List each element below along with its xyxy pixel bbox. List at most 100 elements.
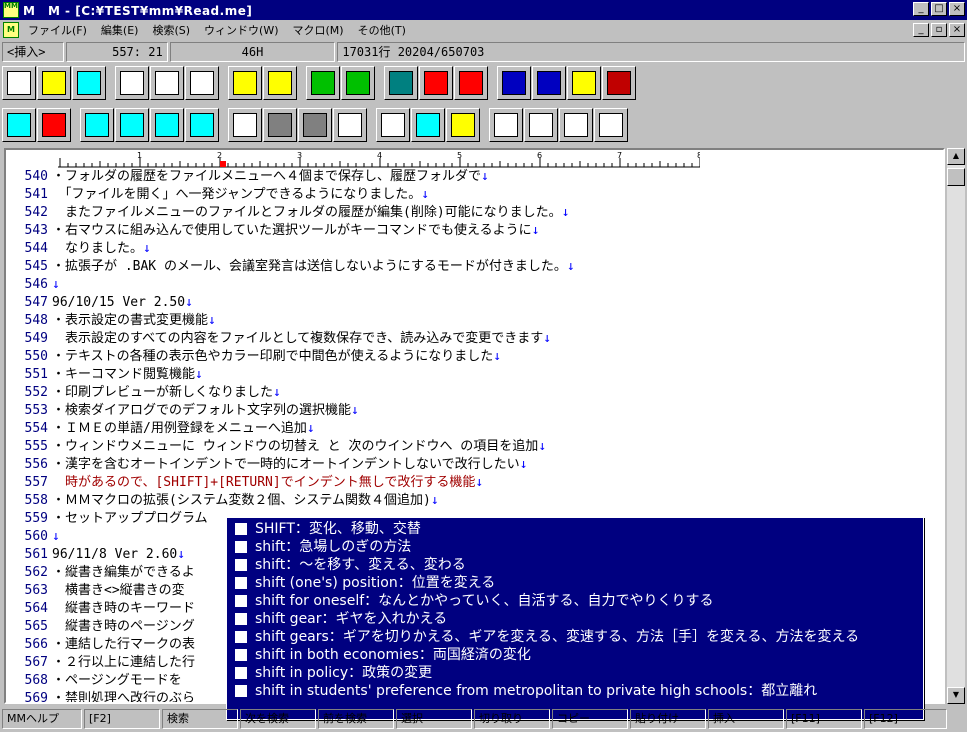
print-setup-button[interactable] bbox=[185, 66, 219, 100]
editor-line[interactable]: 555 ・ウィンドウメニューに ウィンドウの切替え と 次のウインドウへ の項目を… bbox=[6, 438, 943, 456]
popup-item[interactable]: shift in students' preference from metro… bbox=[231, 682, 919, 700]
swap-button[interactable] bbox=[2, 108, 36, 142]
kanji-button[interactable] bbox=[411, 108, 445, 142]
window-title: M M - [C:¥TEST¥mm¥Read.me] bbox=[23, 3, 253, 18]
fkey-6[interactable]: 選択 bbox=[396, 709, 472, 729]
fkey-7[interactable]: 切り取り bbox=[474, 709, 550, 729]
convert-icon bbox=[451, 113, 475, 137]
fkey-8[interactable]: コピー bbox=[552, 709, 628, 729]
editor-line[interactable]: 550 ・テキストの各種の表示色やカラー印刷で中間色が使えるようになりました ↓ bbox=[6, 348, 943, 366]
editor-line[interactable]: 546 ↓ bbox=[6, 276, 943, 294]
mark-cursor-button[interactable] bbox=[263, 108, 297, 142]
editor-line[interactable]: 551 ・キーコマンド閲覧機能 ↓ bbox=[6, 366, 943, 384]
line-number: 562 bbox=[24, 565, 48, 580]
editor-line[interactable]: 544 なりました。 ↓ bbox=[6, 240, 943, 258]
fkey-4[interactable]: 次を検索 bbox=[240, 709, 316, 729]
line-number: 568 bbox=[24, 673, 48, 688]
search-backward-button[interactable] bbox=[263, 66, 297, 100]
popup-item[interactable]: shift for oneself：なんとかやっていく、自活する、自力でやりくり… bbox=[231, 592, 919, 610]
find-next-down-button[interactable] bbox=[419, 66, 453, 100]
telephone-button[interactable] bbox=[567, 66, 601, 100]
popup-item[interactable]: SHIFT：変化、移動、交替 bbox=[231, 520, 919, 538]
popup-item[interactable]: shift：急場しのぎの方法 bbox=[231, 538, 919, 556]
menu-file[interactable]: ファイル(F) bbox=[21, 22, 94, 38]
eye-chart-button[interactable] bbox=[524, 108, 558, 142]
minimize-button[interactable]: _ bbox=[913, 2, 929, 16]
fkey-1[interactable]: MMヘルプ bbox=[2, 709, 82, 729]
print-button[interactable] bbox=[115, 66, 149, 100]
memo-button[interactable] bbox=[228, 108, 262, 142]
editor-line[interactable]: 558 ・ＭＭマクロの拡張(システム変数２個、システム関数４個追加) ↓ bbox=[6, 492, 943, 510]
tile-button[interactable] bbox=[185, 108, 219, 142]
split-horizontal-button[interactable] bbox=[115, 108, 149, 142]
popup-item[interactable]: shift in both economies：両国経済の変化 bbox=[231, 646, 919, 664]
close-button[interactable]: × bbox=[949, 2, 965, 16]
scroll-thumb[interactable] bbox=[947, 168, 965, 186]
redo-button[interactable] bbox=[341, 66, 375, 100]
editor-line[interactable]: 541 「ファイルを開く」へ一発ジャンプできるようになりました。 ↓ bbox=[6, 186, 943, 204]
dictionary-button[interactable] bbox=[602, 66, 636, 100]
scroll-up-button[interactable]: ▲ bbox=[947, 148, 965, 165]
end-button[interactable] bbox=[594, 108, 628, 142]
popup-item[interactable]: shift gear：ギヤを入れかえる bbox=[231, 610, 919, 628]
split-vertical-button[interactable] bbox=[80, 108, 114, 142]
find-next-up-button[interactable] bbox=[454, 66, 488, 100]
document-icon[interactable]: M bbox=[3, 22, 19, 38]
popup-item[interactable]: shift gears：ギアを切りかえる、ギアを変える、変速する、方法［手］を変… bbox=[231, 628, 919, 646]
fkey-3[interactable]: 検索 bbox=[162, 709, 238, 729]
calculator-button[interactable] bbox=[497, 66, 531, 100]
editor-line[interactable]: 554 ・ＩＭＥの単語/用例登録をメニューへ追加 ↓ bbox=[6, 420, 943, 438]
save-button[interactable] bbox=[72, 66, 106, 100]
new-file-button[interactable] bbox=[2, 66, 36, 100]
menu-edit[interactable]: 編集(E) bbox=[94, 22, 146, 38]
app-icon[interactable]: MM bbox=[3, 2, 19, 18]
cascade-button[interactable] bbox=[150, 108, 184, 142]
menu-search[interactable]: 検索(S) bbox=[145, 22, 197, 38]
function-key-bar: MMヘルプ [F2] 検索 次を検索 前を検索 選択 切り取り コピー 貼り付け 挿入 [F11][… bbox=[2, 709, 965, 731]
insert-mode-indicator[interactable]: <挿入> bbox=[2, 42, 64, 62]
editor-line[interactable]: 547 96/10/15 Ver 2.50 ↓ bbox=[6, 294, 943, 312]
mark-keyboard-button[interactable] bbox=[298, 108, 332, 142]
search-forward-button[interactable] bbox=[228, 66, 262, 100]
popup-item[interactable]: shift in policy：政策の変更 bbox=[231, 664, 919, 682]
grep-button[interactable] bbox=[37, 108, 71, 142]
table-button[interactable] bbox=[376, 108, 410, 142]
editor-line[interactable]: 542 またファイルメニューのファイルとフォルダの履歴が編集(削除)可能になりま… bbox=[6, 204, 943, 222]
display-button[interactable] bbox=[559, 108, 593, 142]
menu-macro[interactable]: マクロ(M) bbox=[286, 22, 351, 38]
menu-other[interactable]: その他(T) bbox=[351, 22, 413, 38]
fkey-12[interactable]: [F12] bbox=[864, 709, 947, 729]
print-preview-button[interactable] bbox=[150, 66, 184, 100]
editor-line[interactable]: 548 ・表示設定の書式変更機能 ↓ bbox=[6, 312, 943, 330]
popup-item[interactable]: shift (one's) position：位置を変える bbox=[231, 574, 919, 592]
doc-restore-button[interactable]: ▫ bbox=[931, 23, 947, 37]
maximize-button[interactable]: □ bbox=[931, 2, 947, 16]
doc-minimize-button[interactable]: _ bbox=[913, 23, 929, 37]
doc-close-button[interactable]: × bbox=[949, 23, 965, 37]
fkey-9[interactable]: 貼り付け bbox=[630, 709, 706, 729]
book-button[interactable] bbox=[384, 66, 418, 100]
fkey-10[interactable]: 挿入 bbox=[708, 709, 784, 729]
fkey-11[interactable]: [F11] bbox=[786, 709, 862, 729]
editor-line[interactable]: 552 ・印刷プレビューが新しくなりました ↓ bbox=[6, 384, 943, 402]
vertical-scrollbar[interactable]: ▲ ▼ bbox=[947, 148, 965, 704]
undo-button[interactable] bbox=[306, 66, 340, 100]
open-folder-button[interactable] bbox=[37, 66, 71, 100]
menu-window[interactable]: ウィンドウ(W) bbox=[197, 22, 285, 38]
dictionary-popup[interactable]: SHIFT：変化、移動、交替 shift：急場しのぎの方法 shift：～を移す、変… bbox=[226, 517, 924, 720]
draw-button[interactable] bbox=[333, 108, 367, 142]
editor-line[interactable]: 553 ・検索ダイアログでのデフォルト文字列の選択機能 ↓ bbox=[6, 402, 943, 420]
calendar-button[interactable] bbox=[532, 66, 566, 100]
editor-line[interactable]: 543 ・右マウスに組み込んで使用していた選択ツールがキーコマンドでも使えるように… bbox=[6, 222, 943, 240]
scroll-down-button[interactable]: ▼ bbox=[947, 687, 965, 704]
fkey-2[interactable]: [F2] bbox=[84, 709, 160, 729]
editor-line[interactable]: 545 ・拡張子が .BAK のメール、会議室発言は送信しないようにするモードが付… bbox=[6, 258, 943, 276]
editor-line[interactable]: 556 ・漢字を含むオートインデントで一時的にオートインデントしないで改行したい ↓ bbox=[6, 456, 943, 474]
editor-line[interactable]: 549 表示設定のすべての内容をファイルとして複数保存でき、読み込みで変更できま… bbox=[6, 330, 943, 348]
fkey-5[interactable]: 前を検索 bbox=[318, 709, 394, 729]
mail-button[interactable] bbox=[489, 108, 523, 142]
editor-line[interactable]: 557 時があるので、[SHIFT]+[RETURN]でインデント無しで改行する… bbox=[6, 474, 943, 492]
convert-button[interactable] bbox=[446, 108, 480, 142]
popup-item[interactable]: shift：～を移す、変える、変わる bbox=[231, 556, 919, 574]
editor-line[interactable]: 540 ・フォルダの履歴をファイルメニューへ４個まで保存し、履歴フォルダで ↓ bbox=[6, 168, 943, 186]
